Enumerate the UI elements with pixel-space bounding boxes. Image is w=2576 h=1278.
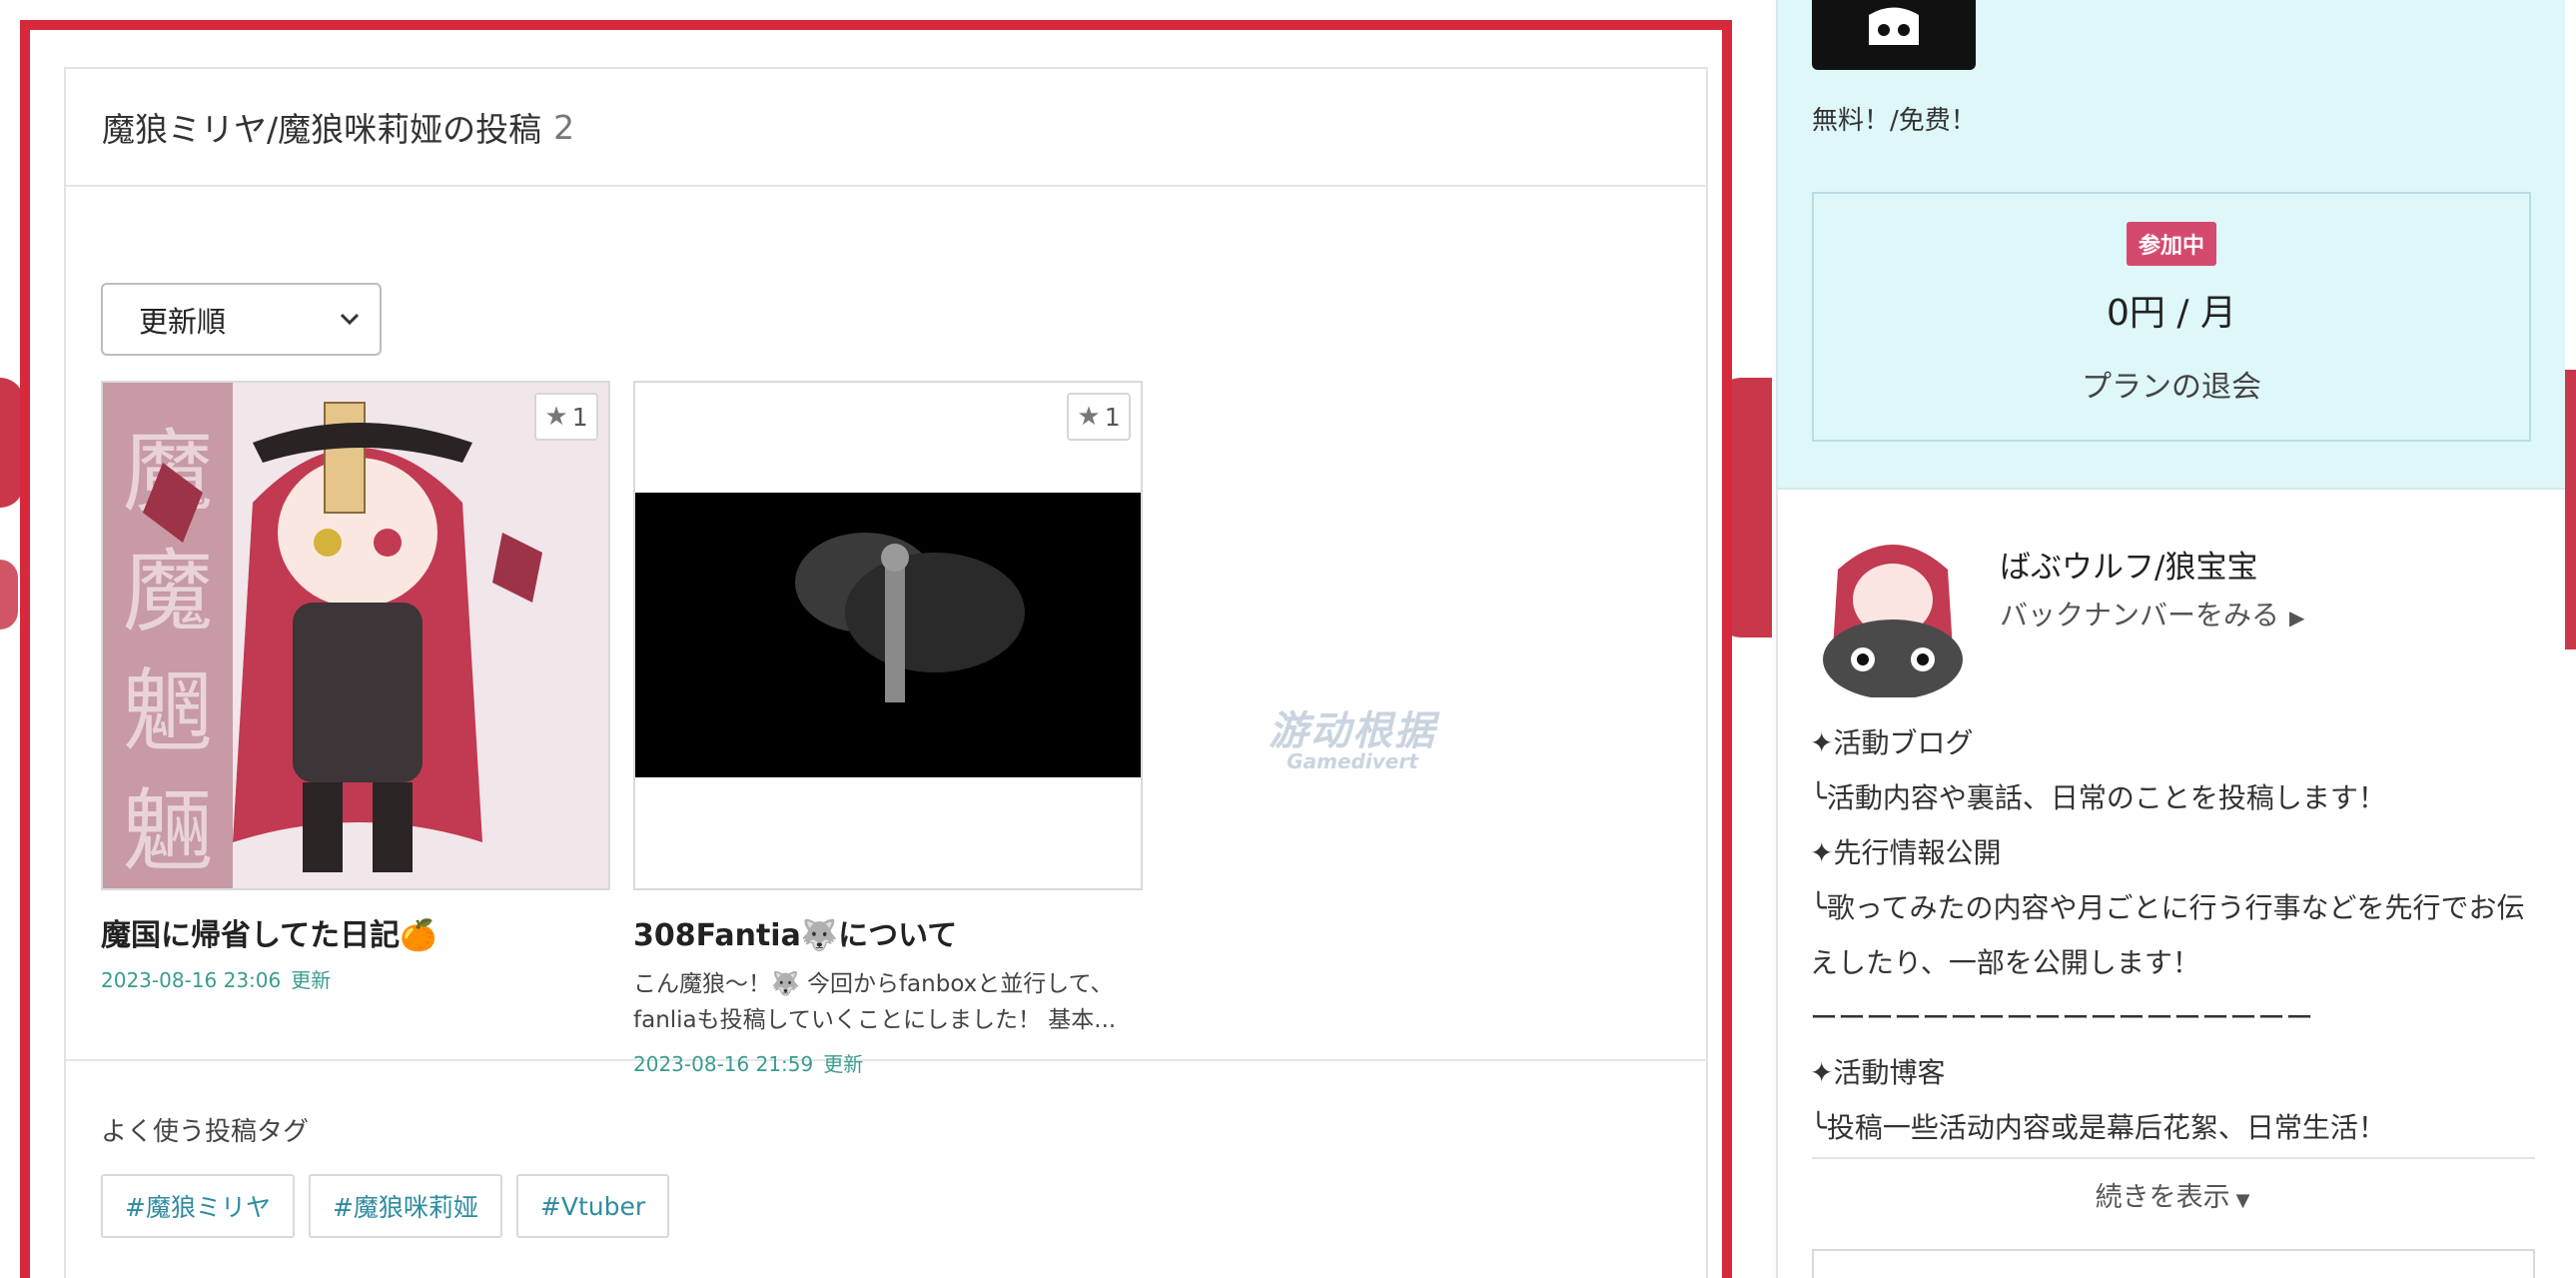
creator-name[interactable]: ばぶウルフ/狼宝宝 [2000,542,2257,587]
tag-list: #魔狼ミリヤ #魔狼咪莉娅 #Vtuber [101,1174,1671,1238]
watermark-line: 游动根据 [1269,708,1436,754]
watermark: 游动根据 Gamedivert [1253,708,1452,776]
posts-panel-header: 魔狼ミリヤ/魔狼咪莉娅の投稿 2 [66,69,1706,187]
chevron-down-icon [340,307,360,332]
tag-link[interactable]: #魔狼咪莉娅 [308,1174,502,1238]
description-line: ✦活動博客 [1810,1056,1946,1089]
description-line: ╰活動内容や裏話、日常のことを投稿します！ [1810,781,2386,814]
backnumber-link[interactable]: バックナンバーをみる ▶ [2000,594,2304,634]
posts-count: 2 [553,107,575,147]
caret-right-icon: ▶ [2289,606,2305,630]
tag-link[interactable]: #魔狼ミリヤ [101,1174,295,1238]
backnumber-label: バックナンバーをみる [2000,599,2280,632]
post-excerpt: こん魔狼～！🐺 今回からfanboxと並行して、fanliaも投稿していくことに… [633,971,1117,1033]
creator-avatar[interactable] [1818,530,1968,697]
creator-panel: ばぶウルフ/狼宝宝 バックナンバーをみる ▶ ✦活動ブログ ╰活動内容や裏話、日常… [1776,490,2565,1278]
svg-text:魎: 魎 [123,779,213,884]
favorite-button[interactable]: ★ 1 [534,393,598,441]
description-line: ╰投稿一些活动内容或是幕后花絮、日常生活！ [1810,1111,2386,1144]
creator-description: ✦活動ブログ ╰活動内容や裏話、日常のことを投稿します！ ✦先行情報公開 ╰歌っ… [1810,715,2539,1155]
description-line: ✦先行情報公開 [1810,836,2002,869]
post-title[interactable]: 308Fantia🐺について [633,910,1143,954]
post-date: 2023-08-16 21:59 [633,1052,814,1076]
favorite-count: 1 [1104,402,1121,432]
show-more-label: 続きを表示 [2095,1182,2230,1213]
svg-text:魔: 魔 [123,540,213,644]
leave-plan-link[interactable]: プランの退会 [1814,362,2529,406]
background-ribbon [0,560,18,630]
plan-price-note: 無料！/免费！ [1812,106,1977,136]
plan-card: 参加中 0円 / 月 プランの退会 [1812,192,2531,442]
post-meta: 2023-08-16 23:06 更新 [101,964,610,993]
description-line: ╰歌ってみたの内容や月ごとに行う行事などを先行でお伝えしたり、一部を公開します！ [1810,891,2525,979]
background-ribbon [2565,370,2576,649]
post-updated-label: 更新 [823,1052,864,1076]
caret-down-icon: ▼ [2235,1190,2250,1211]
joined-badge: 参加中 [2126,222,2217,266]
description-line: ーーーーーーーーーーーーーーーーーー [1810,1001,2314,1034]
plan-panel: 無料！/免费！ 参加中 0円 / 月 プランの退会 [1776,0,2565,490]
posts-panel-title: 魔狼ミリヤ/魔狼咪莉娅の投稿 [102,110,542,149]
post-meta: 2023-08-16 21:59 更新 [633,1048,1143,1077]
star-icon: ★ [544,402,568,432]
post-thumbnail[interactable]: 魔 魔 魍 魎 ★ 1 [101,381,610,890]
creator-avatar-image [1818,530,1968,697]
post-thumbnail[interactable]: ★ 1 [633,381,1143,890]
plan-avatar [1812,0,1976,70]
post-thumbnail-image [635,383,1141,888]
show-more-button[interactable]: 続きを表示 ▼ [1778,1175,2567,1214]
plan-amount: 0円 / 月 [2107,293,2236,334]
star-icon: ★ [1077,402,1101,432]
post-title[interactable]: 魔国に帰省してた日記🍊 [101,910,610,954]
divider [1812,1157,2535,1159]
sort-select[interactable]: 更新順 [101,283,382,356]
posts-panel-body: 更新順 魔 魔 魍 魎 [66,187,1706,1076]
favorite-count: 1 [571,402,588,432]
svg-text:魍: 魍 [123,659,213,764]
post-card[interactable]: 魔 魔 魍 魎 ★ 1 [101,381,610,993]
post-card[interactable]: ★ 1 308Fantia🐺について こん魔狼～！🐺 今回からfanboxと並行… [633,381,1143,1077]
posts-panel: 魔狼ミリヤ/魔狼咪莉娅の投稿 2 更新順 魔 魔 魍 魎 [64,67,1708,1278]
next-panel [1812,1249,2535,1278]
favorite-button[interactable]: ★ 1 [1067,393,1131,441]
description-line: ✦活動ブログ [1810,726,1974,759]
sort-select-value: 更新順 [139,304,227,339]
tags-section: よく使う投稿タグ #魔狼ミリヤ #魔狼咪莉娅 #Vtuber [66,1061,1706,1238]
post-updated-label: 更新 [291,968,332,992]
sidebar: 無料！/免费！ 参加中 0円 / 月 プランの退会 ばぶウルフ/狼宝宝 バックナ… [1776,0,2565,1278]
post-date: 2023-08-16 23:06 [101,968,282,992]
tag-link[interactable]: #Vtuber [515,1174,670,1238]
post-thumbnail-image: 魔 魔 魍 魎 [103,383,608,888]
skull-icon [1869,7,1919,45]
tags-label: よく使う投稿タグ [101,1117,310,1147]
